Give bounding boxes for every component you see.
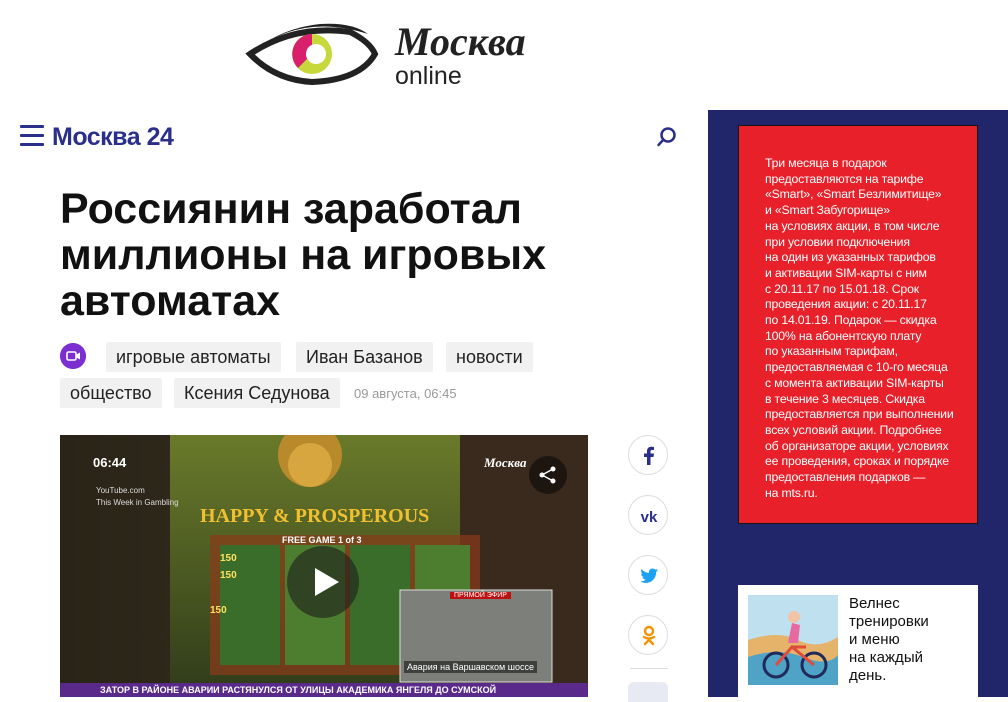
svg-text:vk: vk [641,509,658,526]
twitter-share-button[interactable] [628,555,668,595]
vk-icon: vk [641,509,658,526]
brand-subtitle: online [395,62,462,90]
article-headline: Россиянин заработал миллионы на игровых … [60,185,546,325]
video-source: YouTube.com [96,486,145,495]
wellness-ad[interactable]: Велнес тренировки и меню на каждый день. [738,585,978,697]
reel-value: 150 [220,553,237,564]
facebook-share-button[interactable] [628,435,668,475]
game-title: HAPPY & PROSPEROUS [200,505,430,527]
reel-value: 150 [220,570,237,581]
publish-date: 09 августа, 06:45 [354,386,457,401]
vk-share-button[interactable]: vk [628,495,668,535]
free-game-label: FREE GAME 1 of 3 [282,535,362,545]
tag-link[interactable]: новости [446,342,533,372]
cyclist-illustration-icon [748,595,838,685]
inset-caption: Авария на Варшавском шоссе [404,661,537,673]
live-label: ПРЯМОЙ ЭФИР [450,592,511,599]
menu-icon[interactable] [20,125,44,147]
news-ticker: ЗАТОР В РАЙОНЕ АВАРИИ РАСТЯНУЛСЯ ОТ УЛИЦ… [100,685,497,695]
video-source: This Week in Gambling [96,498,179,507]
odnoklassniki-share-button[interactable] [628,615,668,655]
sidebar: Три месяца в подарок предоставляются на т… [708,110,1008,697]
moskva24-logo[interactable]: Москва 24 [52,123,174,152]
reel-value: 150 [210,605,227,616]
share-more-button[interactable] [628,682,668,702]
twitter-icon [640,568,658,583]
wellness-text: Велнес тренировки и меню на каждый день. [849,595,929,684]
mts-promo-banner[interactable]: Три месяца в подарок предоставляются на т… [738,125,978,524]
play-icon[interactable] [287,546,359,618]
video-time: 06:44 [93,455,127,470]
tag-link[interactable]: общество [60,378,162,408]
video-share-icon[interactable] [528,455,568,495]
brand-title: Москва [395,19,526,64]
promo-text: Три месяца в подарок предоставляются на т… [765,156,954,500]
odnoklassniki-icon [642,625,656,646]
tag-link[interactable]: игровые автоматы [106,342,281,372]
video-watermark: Москва [484,455,527,470]
share-divider [630,668,668,669]
video-player[interactable]: 06:44 YouTube.com This Week in Gambling … [60,435,588,697]
tag-link[interactable]: Иван Базанов [296,342,433,372]
facebook-icon [644,446,654,465]
tag-link[interactable]: Ксения Седунова [174,378,340,408]
video-icon [60,343,86,369]
search-icon[interactable] [656,126,678,148]
